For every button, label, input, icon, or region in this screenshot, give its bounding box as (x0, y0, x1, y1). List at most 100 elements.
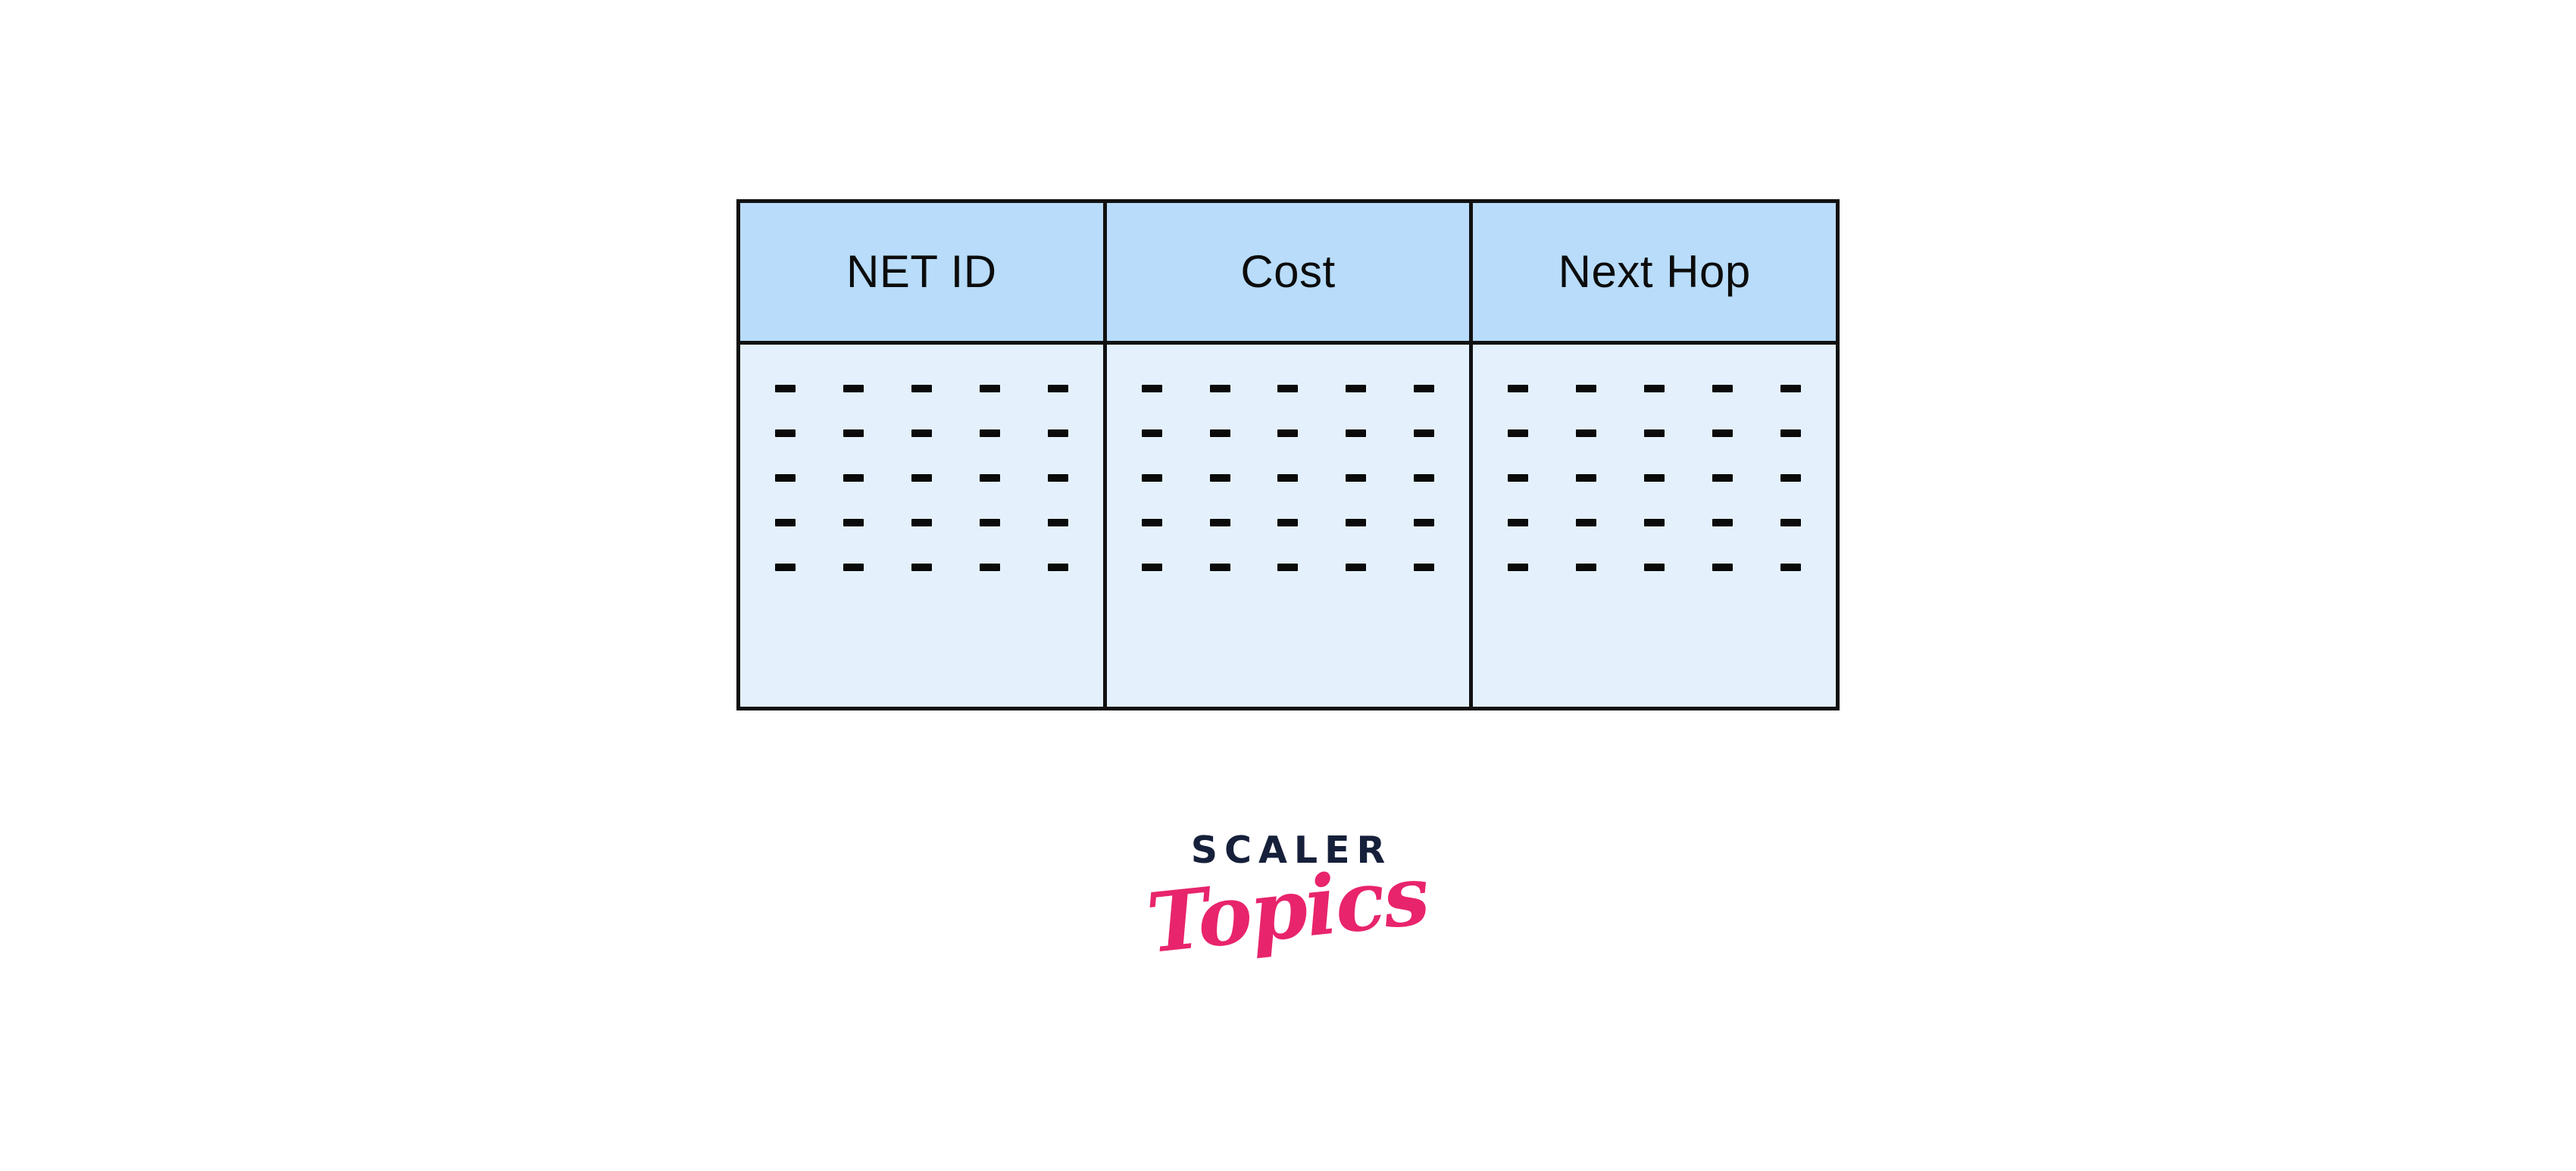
placeholder-dash (1780, 564, 1801, 571)
placeholder-grid-net-id (775, 384, 1068, 572)
placeholder-dash (979, 564, 1000, 571)
placeholder-dash (1508, 564, 1529, 571)
placeholder-row (1141, 384, 1435, 393)
placeholder-dash (1644, 564, 1665, 571)
placeholder-dash (911, 385, 932, 392)
body-cell-next-hop (1469, 345, 1837, 707)
placeholder-dash (1209, 519, 1230, 526)
placeholder-dash (1209, 564, 1230, 571)
placeholder-dash (1780, 429, 1801, 437)
column-header-net-id-label: NET ID (846, 246, 997, 297)
placeholder-dash (1414, 385, 1435, 392)
column-header-net-id: NET ID (740, 203, 1103, 341)
placeholder-row (1508, 518, 1801, 527)
placeholder-dash (1277, 564, 1299, 571)
placeholder-row (1141, 563, 1435, 572)
placeholder-dash (1346, 429, 1367, 437)
placeholder-dash (1209, 385, 1230, 392)
placeholder-dash (843, 385, 864, 392)
placeholder-dash (1414, 474, 1435, 482)
placeholder-dash (1712, 385, 1733, 392)
placeholder-dash (911, 429, 932, 437)
placeholder-dash (1508, 474, 1529, 482)
placeholder-dash (1141, 429, 1162, 437)
placeholder-dash (1277, 474, 1299, 482)
placeholder-row (775, 429, 1068, 438)
placeholder-dash (775, 385, 796, 392)
placeholder-dash (1576, 429, 1597, 437)
placeholder-dash (1141, 385, 1162, 392)
placeholder-row (1141, 473, 1435, 482)
placeholder-dash (1780, 519, 1801, 526)
body-cell-cost (1102, 345, 1470, 707)
placeholder-dash (911, 519, 932, 526)
placeholder-row (1508, 384, 1801, 393)
placeholder-row (775, 563, 1068, 572)
placeholder-row (1141, 429, 1435, 438)
placeholder-dash (1277, 519, 1299, 526)
placeholder-dash (1346, 385, 1367, 392)
placeholder-dash (1508, 385, 1529, 392)
placeholder-dash (1576, 385, 1597, 392)
placeholder-dash (775, 474, 796, 482)
placeholder-dash (843, 519, 864, 526)
placeholder-dash (1141, 564, 1162, 571)
placeholder-dash (775, 519, 796, 526)
placeholder-dash (1346, 564, 1367, 571)
placeholder-dash (1576, 519, 1597, 526)
placeholder-dash (1047, 474, 1068, 482)
placeholder-dash (911, 474, 932, 482)
placeholder-dash (1576, 474, 1597, 482)
placeholder-dash (1712, 429, 1733, 437)
placeholder-dash (1047, 564, 1068, 571)
placeholder-dash (1712, 519, 1733, 526)
placeholder-dash (911, 564, 932, 571)
placeholder-dash (1047, 385, 1068, 392)
placeholder-row (1508, 473, 1801, 482)
body-cell-net-id (740, 345, 1103, 707)
placeholder-dash (1414, 519, 1435, 526)
table-header-row: NET ID Cost Next Hop (740, 203, 1837, 345)
placeholder-grid-next-hop (1508, 384, 1801, 572)
placeholder-dash (1780, 385, 1801, 392)
placeholder-dash (1644, 474, 1665, 482)
placeholder-dash (1346, 519, 1367, 526)
placeholder-dash (1209, 474, 1230, 482)
placeholder-dash (1141, 474, 1162, 482)
placeholder-row (775, 473, 1068, 482)
placeholder-dash (843, 564, 864, 571)
placeholder-dash (979, 519, 1000, 526)
placeholder-dash (775, 564, 796, 571)
column-header-next-hop-label: Next Hop (1558, 246, 1751, 297)
placeholder-dash (979, 429, 1000, 437)
placeholder-grid-cost (1141, 384, 1435, 572)
placeholder-dash (1346, 474, 1367, 482)
placeholder-row (1141, 518, 1435, 527)
placeholder-dash (1209, 429, 1230, 437)
placeholder-dash (843, 474, 864, 482)
diagram-canvas: NET ID Cost Next Hop SCALER Topics (0, 0, 2576, 1171)
placeholder-dash (1508, 519, 1529, 526)
placeholder-row (1508, 563, 1801, 572)
placeholder-row (1508, 429, 1801, 438)
column-header-next-hop: Next Hop (1469, 203, 1837, 341)
column-header-cost: Cost (1102, 203, 1470, 341)
placeholder-dash (1780, 474, 1801, 482)
placeholder-dash (1277, 429, 1299, 437)
placeholder-row (775, 518, 1068, 527)
placeholder-dash (1644, 519, 1665, 526)
placeholder-dash (775, 429, 796, 437)
placeholder-dash (1047, 429, 1068, 437)
routing-table: NET ID Cost Next Hop (736, 199, 1840, 710)
placeholder-dash (843, 429, 864, 437)
placeholder-row (775, 384, 1068, 393)
table-body-row (740, 345, 1837, 707)
placeholder-dash (1414, 429, 1435, 437)
placeholder-dash (1277, 385, 1299, 392)
placeholder-dash (979, 474, 1000, 482)
placeholder-dash (979, 385, 1000, 392)
placeholder-dash (1712, 474, 1733, 482)
placeholder-dash (1712, 564, 1733, 571)
placeholder-dash (1508, 429, 1529, 437)
placeholder-dash (1047, 519, 1068, 526)
